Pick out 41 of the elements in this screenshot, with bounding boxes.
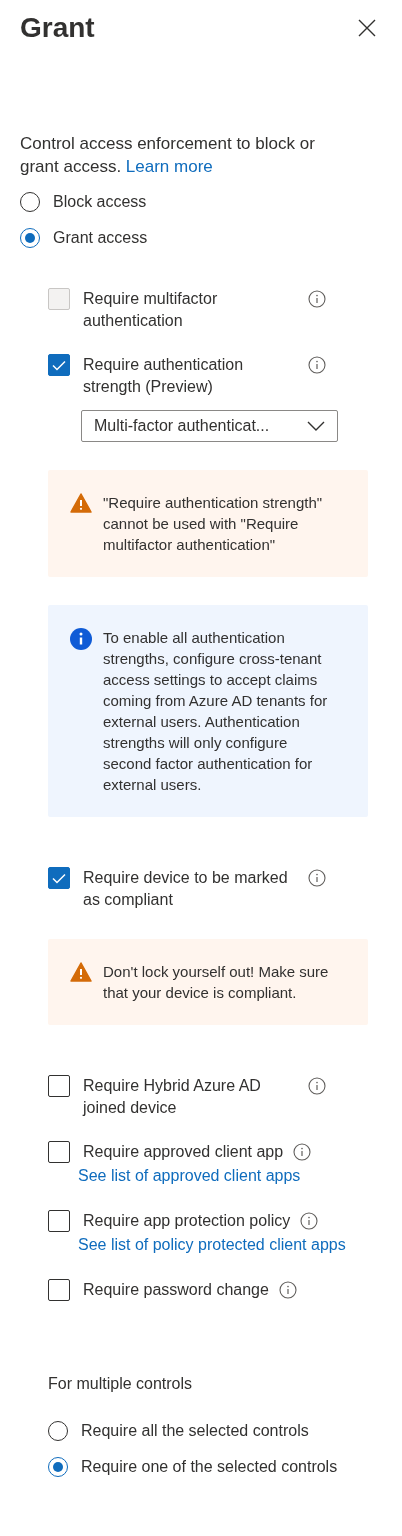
banner-message: To enable all authentication strengths, configure cross-tenant access settings to accept claims coming from Azure AD tenants for external users. Authentication strengths will only configure second factor authentication for external users. xyxy=(103,628,329,795)
learn-more-link[interactable]: Learn more xyxy=(125,157,213,176)
checkbox-label: Require approved client app xyxy=(83,1142,284,1162)
warning-icon xyxy=(70,493,92,513)
checkbox[interactable] xyxy=(48,354,70,376)
info-icon[interactable] xyxy=(308,869,326,887)
checkbox-label: Require authentication strength (Preview) xyxy=(83,355,245,397)
description-text: Control access enforcement to block or grant access. Learn more xyxy=(20,133,316,178)
checkbox[interactable] xyxy=(48,1075,70,1097)
info-icon[interactable] xyxy=(308,1077,326,1095)
checkbox[interactable] xyxy=(48,867,70,889)
info-icon[interactable] xyxy=(278,1281,297,1299)
checkbox-label: Require password change xyxy=(83,1280,269,1300)
close-icon xyxy=(358,19,376,37)
panel-title: Grant xyxy=(20,11,95,45)
chevron-down-icon xyxy=(307,421,325,431)
warning-icon xyxy=(70,962,92,982)
strength-dropdown[interactable]: Multi-factor authenticat... xyxy=(81,410,338,442)
checkmark-icon xyxy=(52,872,66,884)
info-icon[interactable] xyxy=(308,356,326,374)
banner-message: "Require authentication strength" cannot be used with "Require multifactor authentication" xyxy=(103,493,324,555)
checkmark-icon xyxy=(52,359,66,371)
client-apps-link[interactable]: See list of policy protected client apps xyxy=(78,1232,346,1257)
client-apps-link[interactable]: See list of approved client apps xyxy=(78,1163,312,1188)
info-icon[interactable] xyxy=(300,1212,319,1230)
info-icon xyxy=(70,628,92,650)
radio-label: Require all the selected controls xyxy=(81,1422,309,1440)
info-icon[interactable] xyxy=(308,290,326,308)
checkbox-label: Require device to be marked as compliant xyxy=(83,868,289,910)
checkbox-label: Require app protection policy xyxy=(83,1211,291,1231)
checkbox-label: Require Hybrid Azure AD joined device xyxy=(83,1076,262,1118)
section-heading: For multiple controls xyxy=(48,1375,194,1393)
checkbox[interactable] xyxy=(48,1279,70,1301)
checkbox[interactable] xyxy=(48,1210,70,1232)
checkbox[interactable] xyxy=(48,1141,70,1163)
banner-message: Don't lock yourself out! Make sure that your device is compliant. xyxy=(103,962,330,1003)
radio-label: Require one of the selected controls xyxy=(81,1458,338,1476)
info-icon[interactable] xyxy=(293,1143,312,1161)
radio-label: Block access xyxy=(53,193,147,211)
checkbox-label: Require multifactor authentication xyxy=(83,289,219,331)
radio-label: Grant access xyxy=(53,229,148,247)
